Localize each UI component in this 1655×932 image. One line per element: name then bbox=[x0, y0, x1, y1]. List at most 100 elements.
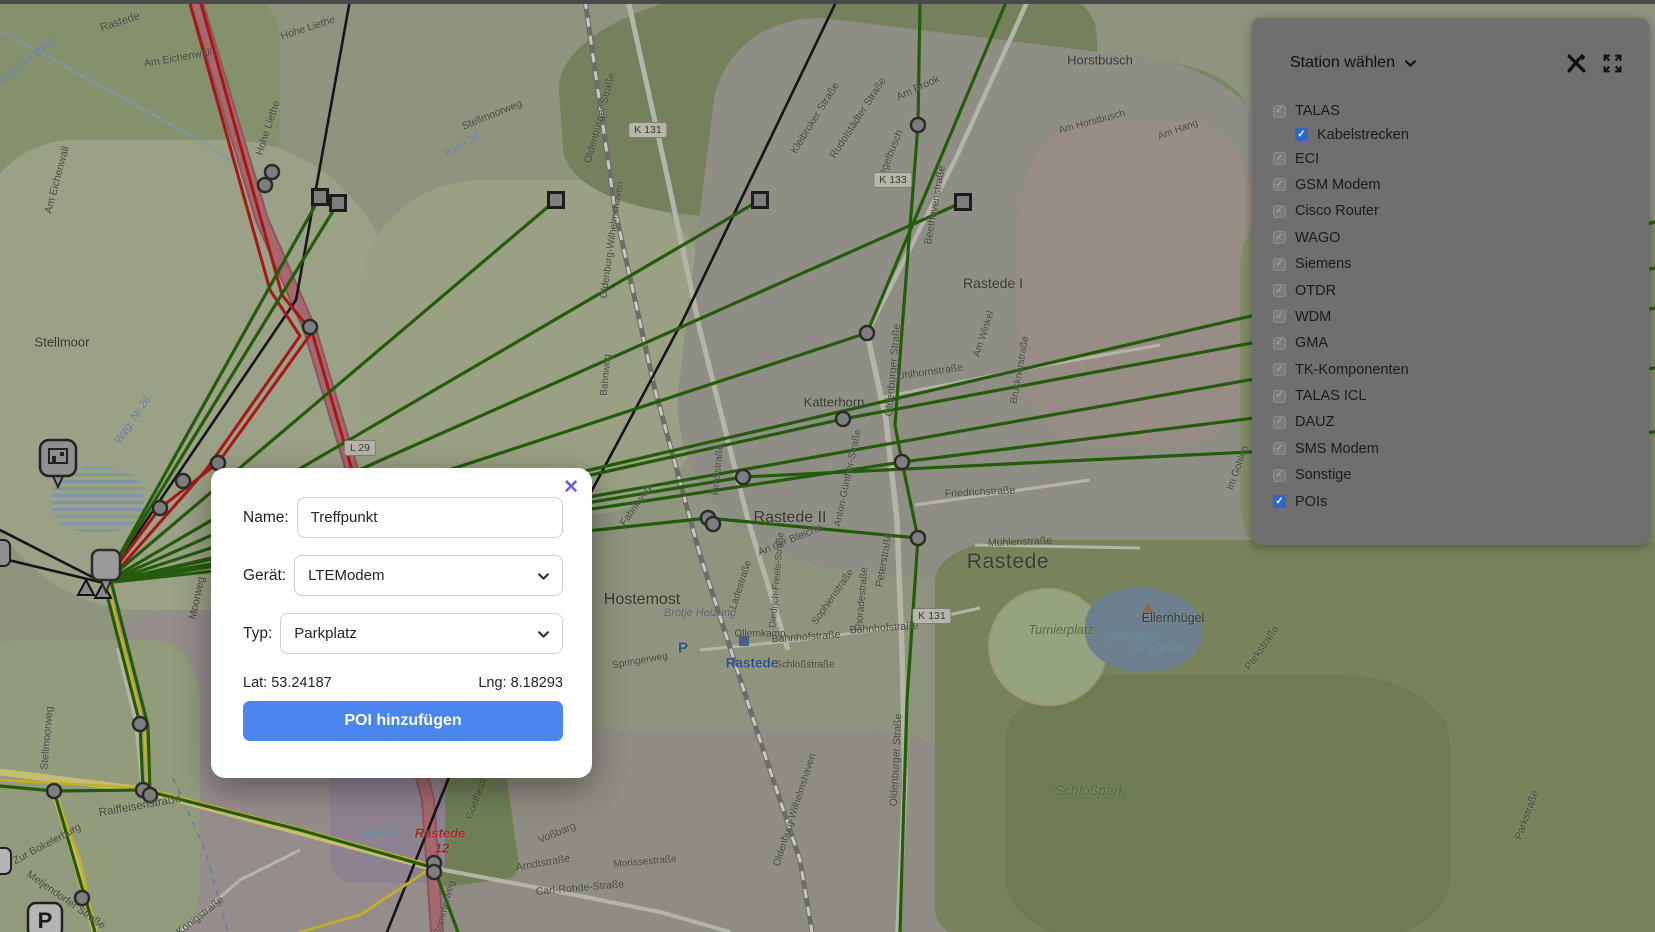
map-label: Ellernhügel bbox=[1142, 611, 1205, 625]
layer-label: OTDR bbox=[1295, 283, 1336, 299]
node-circle-marker[interactable] bbox=[427, 865, 441, 879]
add-poi-button[interactable]: POI hinzufügen bbox=[243, 701, 563, 741]
map-label: P bbox=[678, 640, 688, 657]
close-icon[interactable]: ✕ bbox=[563, 478, 579, 497]
building-poi-pin[interactable] bbox=[40, 440, 76, 487]
layer-label: ECI bbox=[1295, 151, 1319, 167]
checkbox-wago[interactable]: ✓ bbox=[1273, 231, 1286, 244]
node-circle-marker[interactable] bbox=[153, 501, 167, 515]
layer-toggle-row: ✓ SMS Modem bbox=[1273, 436, 1649, 462]
checkbox-cisco-router[interactable]: ✓ bbox=[1273, 205, 1286, 218]
map-label: Horstbusch bbox=[1067, 53, 1133, 68]
layer-toggle-row: ✓ Sonstige bbox=[1273, 462, 1649, 488]
node-circle-marker[interactable] bbox=[133, 717, 147, 731]
chevron-down-icon[interactable] bbox=[1404, 57, 1417, 70]
node-circle-marker[interactable] bbox=[860, 326, 874, 340]
map-label: Katterhorn bbox=[804, 395, 865, 410]
node-circle-marker[interactable] bbox=[911, 118, 925, 132]
type-select[interactable]: Parkplatz bbox=[280, 613, 563, 654]
node-circle-marker[interactable] bbox=[836, 412, 850, 426]
map-label: Ellernteich bbox=[1106, 631, 1157, 643]
layer-toggle-row: ✓GSM Modem bbox=[1273, 172, 1649, 198]
poi-pin-partial[interactable] bbox=[0, 848, 11, 874]
map-label: Rastede bbox=[967, 550, 1049, 574]
node-circle-marker[interactable] bbox=[265, 165, 279, 179]
cable-black[interactable] bbox=[0, 558, 104, 583]
node-circle-marker[interactable] bbox=[911, 531, 925, 545]
checkbox-dauz[interactable]: ✓ bbox=[1273, 416, 1286, 429]
checkbox-otdr[interactable]: ✓ bbox=[1273, 284, 1286, 297]
device-label: Gerät: bbox=[243, 567, 286, 585]
device-select-value: LTEModem bbox=[308, 567, 384, 584]
layer-label: WDM bbox=[1295, 309, 1331, 325]
layer-label: SMS Modem bbox=[1295, 441, 1379, 457]
node-circle-marker[interactable] bbox=[258, 178, 272, 192]
edit-off-icon[interactable] bbox=[1566, 53, 1587, 74]
node-circle-marker[interactable] bbox=[736, 470, 750, 484]
layer-label: WAGO bbox=[1295, 230, 1340, 246]
panel-header: Station wählen bbox=[1252, 18, 1649, 82]
checkbox-gma[interactable]: ✓ bbox=[1273, 337, 1286, 350]
layer-label: DAUZ bbox=[1295, 414, 1334, 430]
map-label: Stellmoor bbox=[35, 335, 90, 350]
parking-poi-pin[interactable]: P bbox=[28, 903, 62, 932]
layer-toggle-row: ✓TALAS ICL bbox=[1273, 383, 1649, 409]
map-label: Schloßstraße bbox=[775, 660, 834, 671]
layer-toggle-row: ✓ WDM bbox=[1273, 304, 1649, 330]
node-square-marker[interactable] bbox=[331, 196, 346, 211]
fullscreen-icon[interactable] bbox=[1602, 53, 1623, 74]
map-label: Schloßpark bbox=[1055, 782, 1126, 798]
railway-dashes bbox=[585, 0, 812, 932]
checkbox-tk-komponenten[interactable]: ✓ bbox=[1273, 363, 1286, 376]
layer-toggle-row: ✓ Cisco Router bbox=[1273, 198, 1649, 224]
checkbox-talas[interactable]: ✓ bbox=[1273, 105, 1286, 118]
node-square-marker[interactable] bbox=[313, 190, 328, 205]
poi-name-input[interactable] bbox=[297, 497, 563, 538]
layer-label: Sonstige bbox=[1295, 467, 1351, 483]
checkbox-kabelstrecken[interactable]: ✓ bbox=[1295, 128, 1308, 141]
layer-label: TK-Komponenten bbox=[1295, 362, 1409, 378]
poi-pin-partial[interactable] bbox=[0, 540, 10, 566]
checkbox-siemens[interactable]: ✓ bbox=[1273, 258, 1286, 271]
layer-toggle-row: ✓ OTDR bbox=[1273, 277, 1649, 303]
longitude-value: Lng: 8.18293 bbox=[478, 675, 563, 691]
top-toolbar-edge bbox=[0, 0, 1655, 4]
layer-toggle-row: ✓ WAGO bbox=[1273, 225, 1649, 251]
checkbox-sms-modem[interactable]: ✓ bbox=[1273, 442, 1286, 455]
station-filter-panel: Station wählen bbox=[1252, 18, 1649, 545]
map-stage[interactable]: P RastedeHohe LietheHohe LietheRehorner … bbox=[0, 0, 1655, 932]
panel-toolbar bbox=[1566, 53, 1623, 74]
checkbox-sonstige[interactable]: ✓ bbox=[1273, 469, 1286, 482]
layer-label: TALAS bbox=[1295, 103, 1340, 119]
station-select-dropdown[interactable]: Station wählen bbox=[1290, 54, 1395, 72]
checkbox-eci[interactable]: ✓ bbox=[1273, 152, 1286, 165]
node-circle-marker[interactable] bbox=[47, 784, 61, 798]
node-square-marker[interactable] bbox=[549, 193, 564, 208]
cable-green[interactable] bbox=[143, 790, 458, 932]
node-triangle-marker[interactable] bbox=[78, 580, 94, 595]
node-circle-marker[interactable] bbox=[303, 320, 317, 334]
layer-label: Cisco Router bbox=[1295, 203, 1379, 219]
type-label: Typ: bbox=[243, 625, 272, 643]
checkbox-pois[interactable]: ✓ bbox=[1273, 495, 1286, 508]
map-label: Ollernkamp bbox=[734, 629, 785, 640]
checkbox-wdm[interactable]: ✓ bbox=[1273, 310, 1286, 323]
device-row: Gerät: LTEModem bbox=[243, 555, 563, 596]
checkbox-gsm-modem[interactable]: ✓ bbox=[1273, 178, 1286, 191]
node-circle-marker[interactable] bbox=[176, 474, 190, 488]
checkbox-talas-icl[interactable]: ✓ bbox=[1273, 390, 1286, 403]
station-hub-marker[interactable] bbox=[92, 550, 120, 592]
layer-toggle-row: ✓ DAUZ bbox=[1273, 409, 1649, 435]
coordinates-row: Lat: 53.24187 Lng: 8.18293 bbox=[243, 675, 563, 691]
device-select[interactable]: LTEModem bbox=[294, 555, 563, 596]
map-label: Uklei Bucht bbox=[1130, 643, 1186, 655]
node-circle-marker[interactable] bbox=[706, 517, 720, 531]
cable-yellow[interactable] bbox=[300, 866, 434, 932]
cable-black[interactable] bbox=[0, 530, 104, 583]
add-poi-dialog: ✕ Name: Gerät: LTEModem Typ: Parkplatz L… bbox=[211, 468, 592, 778]
layer-toggle-row: ✓ TK-Komponenten bbox=[1273, 357, 1649, 383]
node-square-marker[interactable] bbox=[753, 193, 768, 208]
node-circle-marker[interactable] bbox=[895, 455, 909, 469]
layer-toggle-row: ✓ TALAS bbox=[1273, 98, 1649, 124]
node-square-marker[interactable] bbox=[956, 195, 971, 210]
